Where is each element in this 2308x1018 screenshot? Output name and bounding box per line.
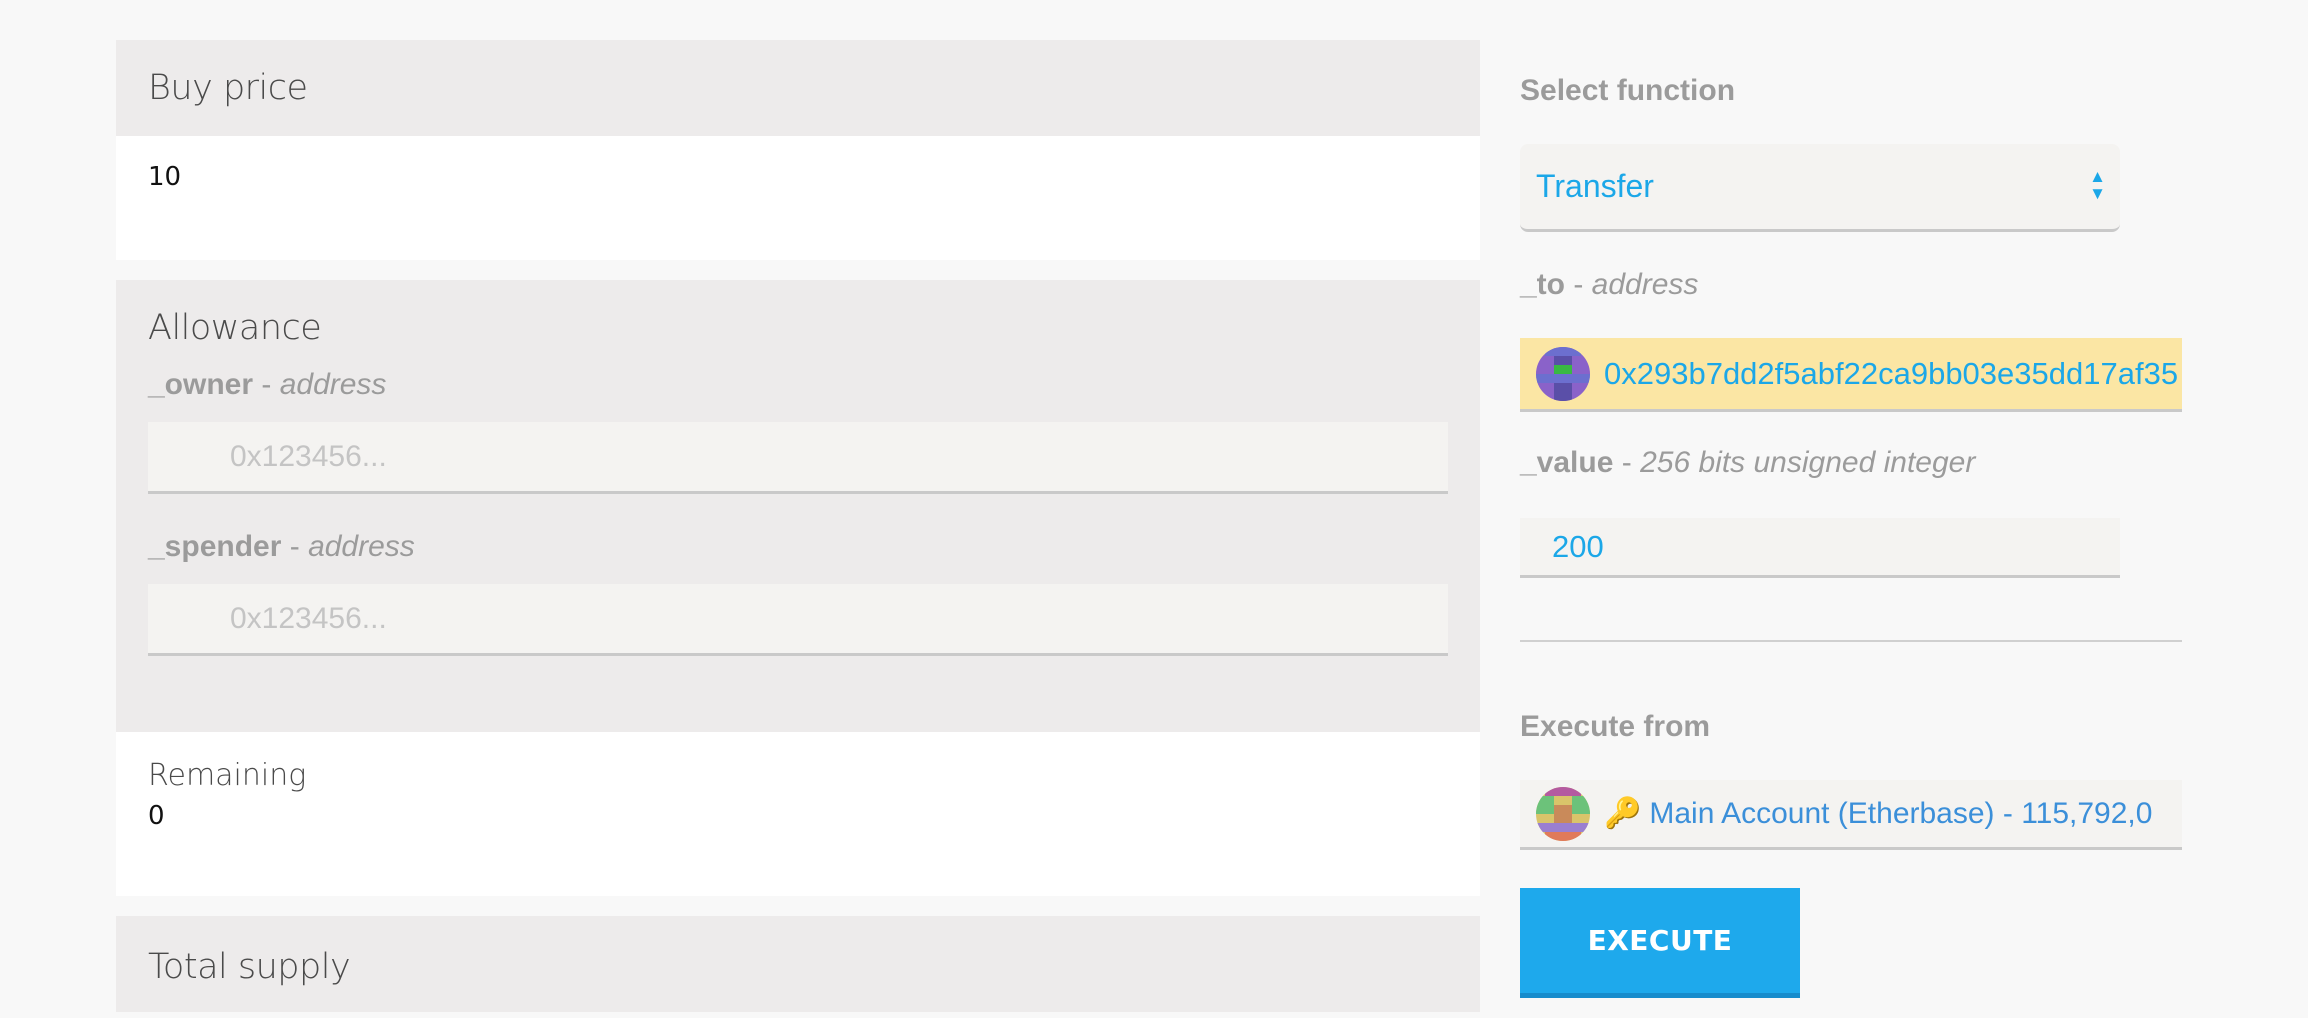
total-supply-header: Total supply [116,916,1480,1012]
buy-price-title: Buy price [148,68,308,108]
identicon-avatar [1536,346,1590,401]
to-address-value: 0x293b7dd2f5abf22ca9bb03e35dd17af35 [1604,355,2179,391]
total-supply-title: Total supply [148,947,351,987]
value-input-text: 200 [1552,528,1604,564]
updown-arrows-icon: ▲ ▼ [2089,167,2106,203]
function-select[interactable]: Transfer ▲ ▼ [1520,144,2120,232]
buy-price-header: Buy price [116,40,1480,136]
to-address-input[interactable]: 0x293b7dd2f5abf22ca9bb03e35dd17af35 [1520,338,2182,412]
owner-address-input[interactable]: 0x123456... [148,422,1448,494]
value-label: _value - 256 bits unsigned integer [1520,446,1976,479]
buy-price-value: 10 [148,162,182,192]
spender-address-input[interactable]: 0x123456... [148,584,1448,656]
account-select[interactable]: 🔑 Main Account (Etherbase) - 115,792,0 [1520,780,2182,850]
divider [1520,640,2182,642]
buy-price-body: 10 [116,136,1480,260]
execute-from-label: Execute from [1520,710,1711,743]
owner-label: _owner - address [148,368,387,401]
function-select-value: Transfer [1536,168,1654,204]
spender-label: _spender - address [148,530,415,563]
remaining-label: Remaining [148,758,307,793]
select-function-label: Select function [1520,74,1736,107]
allowance-section: Allowance _owner - address 0x123456... _… [116,280,1480,732]
account-identicon-avatar [1536,786,1590,841]
account-select-value: Main Account (Etherbase) - 115,792,0 [1649,796,2153,830]
remaining-section: Remaining 0 [116,732,1480,896]
remaining-value: 0 [148,801,165,831]
value-input[interactable]: 200 [1520,518,2120,578]
execute-button[interactable]: EXECUTE [1520,888,1800,998]
contract-read-panel: Buy price 10 Allowance _owner - address … [116,40,1480,1012]
key-icon: 🔑 [1604,797,1642,830]
allowance-title: Allowance [148,308,322,348]
to-label: _to - address [1520,268,1699,301]
